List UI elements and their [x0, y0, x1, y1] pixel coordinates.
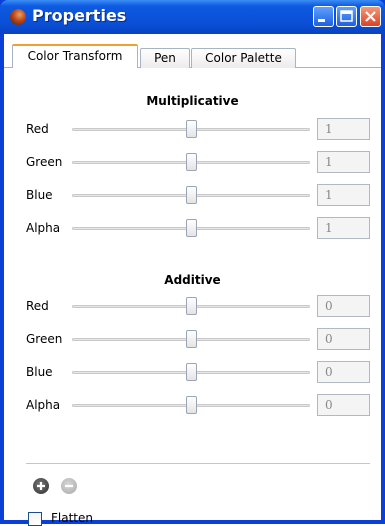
multiplicative-blue-slider-thumb[interactable] [185, 186, 197, 204]
additive-alpha-value-field[interactable]: 0 [317, 394, 370, 416]
additive-green-value-field[interactable]: 0 [317, 328, 370, 350]
tab-label: Pen [154, 51, 176, 65]
properties-window: Properties Color Transform Pen Color Pal… [0, 0, 385, 526]
app-icon [10, 9, 26, 25]
additive-red-value-field[interactable]: 0 [317, 295, 370, 317]
add-button[interactable] [33, 478, 49, 494]
multiplicative-alpha-value-field[interactable]: 1 [317, 217, 370, 239]
additive-green-slider-thumb[interactable] [185, 330, 197, 348]
minimize-button[interactable] [313, 6, 334, 27]
multiplicative-red-label: Red [26, 122, 49, 136]
maximize-button[interactable] [336, 6, 357, 27]
multiplicative-red-value-field[interactable]: 1 [317, 118, 370, 140]
minimize-icon [318, 19, 325, 22]
tab-label: Color Palette [205, 51, 282, 65]
window-title: Properties [32, 6, 127, 25]
additive-blue-value-field[interactable]: 0 [317, 361, 370, 383]
additive-red-slider-thumb[interactable] [185, 297, 197, 315]
properties-client-area: Color Transform Pen Color Palette Multip… [4, 34, 381, 526]
color-transform-panel: Multiplicative Additive Red 1 Green 1 Blue 1 A… [4, 68, 381, 526]
flatten-label: Flatten [51, 511, 93, 525]
tab-color-palette[interactable]: Color Palette [191, 48, 296, 68]
plus-circle-icon [37, 482, 45, 490]
minus-circle-icon [65, 484, 73, 488]
additive-blue-slider-thumb[interactable] [185, 363, 197, 381]
multiplicative-green-label: Green [26, 155, 63, 169]
divider [26, 463, 370, 464]
tab-pen[interactable]: Pen [140, 48, 190, 68]
tab-label: Color Transform [27, 49, 123, 63]
multiplicative-alpha-label: Alpha [26, 221, 61, 235]
remove-button[interactable] [61, 478, 77, 494]
additive-blue-label: Blue [26, 365, 53, 379]
multiplicative-blue-label: Blue [26, 188, 53, 202]
additive-heading: Additive [164, 273, 221, 287]
multiplicative-green-value-field[interactable]: 1 [317, 151, 370, 173]
additive-red-label: Red [26, 299, 49, 313]
close-button[interactable] [360, 6, 381, 27]
additive-alpha-slider-thumb[interactable] [185, 396, 197, 414]
multiplicative-green-slider-thumb[interactable] [185, 153, 197, 171]
additive-green-label: Green [26, 332, 63, 346]
additive-alpha-label: Alpha [26, 398, 61, 412]
multiplicative-alpha-slider-thumb[interactable] [185, 219, 197, 237]
tab-color-transform[interactable]: Color Transform [12, 44, 138, 69]
close-icon [365, 11, 376, 22]
multiplicative-blue-value-field[interactable]: 1 [317, 184, 370, 206]
title-bar[interactable]: Properties [0, 0, 385, 34]
maximize-icon [340, 10, 353, 22]
multiplicative-red-slider-thumb[interactable] [185, 120, 197, 138]
multiplicative-heading: Multiplicative [146, 94, 239, 108]
